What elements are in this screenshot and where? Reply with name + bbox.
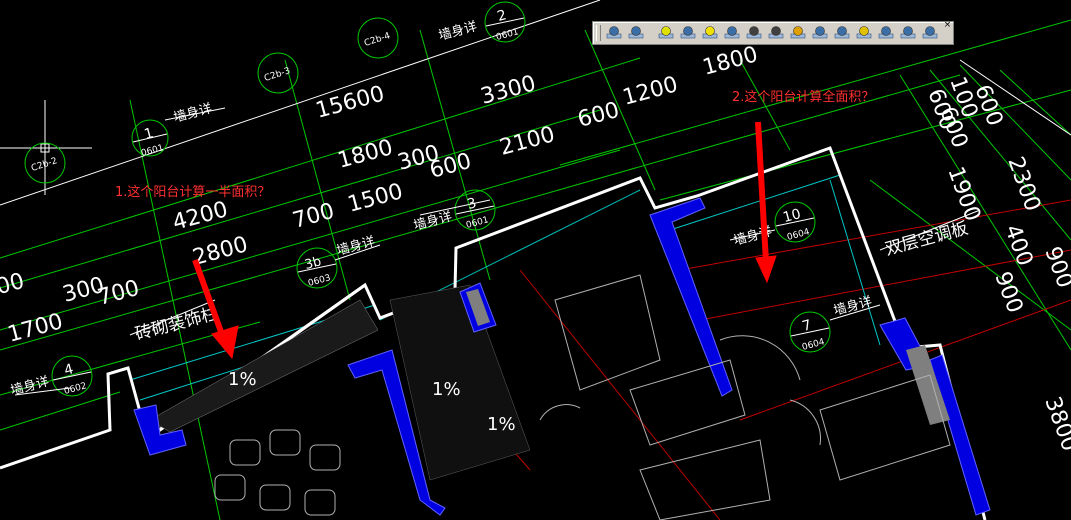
dim-2100: 2100 [497, 122, 558, 161]
layer-states-icon[interactable] [627, 25, 645, 41]
slope-label-1: 1% [228, 369, 257, 390]
layer-walk-icon-glyph [922, 26, 938, 39]
marker-1-num: 1 [143, 125, 156, 143]
marker-3b-sheet: 0603 [307, 273, 332, 289]
dim-700-a: 700 [290, 199, 337, 234]
toolbar-close-button[interactable]: × [943, 21, 952, 30]
layer-delete-icon[interactable] [899, 25, 917, 41]
label-double-ac-board: 双层空调板 [883, 219, 970, 260]
slope-label-3: 1% [487, 414, 516, 435]
dim-600-e: 600 [969, 82, 1007, 130]
marker-1-sheet: 0601 [140, 143, 165, 159]
dim-3800: 3800 [1039, 394, 1071, 455]
bulb-question-icon[interactable] [679, 25, 697, 41]
lock-question-icon[interactable] [833, 25, 851, 41]
dim-1800-top: 1800 [700, 42, 761, 81]
label-wall-well-4: 墙身详 [335, 233, 377, 259]
label-wall-well-5: 墙身详 [9, 373, 51, 399]
dim-1500: 1500 [345, 179, 406, 218]
dim-2300: 2300 [1002, 154, 1045, 215]
lock-question-icon-glyph [834, 26, 850, 39]
bulb-off-icon[interactable] [657, 25, 675, 41]
gear-icon[interactable] [745, 25, 763, 41]
bulb-off-icon-glyph [658, 26, 674, 39]
sun-icon[interactable] [789, 25, 807, 41]
dim-900-b: 900 [989, 269, 1027, 317]
layer-toolbar: × [592, 21, 954, 45]
cad-drawing-canvas[interactable]: 1 0601 2 0601 3 0601 3b 0603 4 0602 7 06… [0, 0, 1071, 520]
crosshair-cursor [0, 100, 92, 195]
layer-walk-icon[interactable] [921, 25, 939, 41]
dim-700-c: 700 [0, 269, 27, 304]
axis-c2b-3-label: C2b-3 [263, 66, 291, 84]
label-wall-well-7: 墙身详 [832, 293, 874, 319]
annotation-q2: 2.这个阳台计算全面积？ [732, 89, 874, 105]
toolbar-grip[interactable] [596, 25, 601, 41]
marker-3-num: 3 [466, 195, 479, 213]
dim-900-a: 900 [1039, 244, 1071, 292]
marker-10-sheet: 0604 [786, 227, 811, 243]
dim-4200: 4200 [170, 197, 231, 236]
dim-1800-mid: 1800 [335, 135, 396, 174]
arrow-down-right-icon [755, 121, 777, 284]
layers-icon-glyph [606, 26, 622, 39]
layer-delete-icon-glyph [900, 26, 916, 39]
layer-match-icon-glyph [724, 26, 740, 39]
marker-4-num: 4 [63, 361, 76, 379]
dim-1700: 1700 [5, 309, 66, 348]
lock-icon-glyph [812, 26, 828, 39]
layers-icon[interactable] [605, 25, 623, 41]
dim-600-a: 600 [575, 98, 622, 133]
bulb-question-icon-glyph [680, 26, 696, 39]
gear-settings-icon-glyph [768, 26, 784, 39]
marker-2-sheet: 0601 [495, 27, 520, 43]
label-brick-column: 砖砌装饰柱 [133, 304, 220, 345]
dim-3300: 3300 [478, 71, 539, 110]
label-wall-well-2: 墙身详 [437, 18, 479, 44]
marker-3b-num: 3b [303, 254, 323, 273]
dim-15600: 15600 [313, 82, 387, 124]
label-wall-well-1: 墙身详 [172, 100, 214, 126]
annotation-q1: 1.这个阳台计算一半面积？ [115, 184, 270, 200]
axis-c2b-2-label: C2b-2 [30, 156, 58, 174]
gear-settings-icon[interactable] [767, 25, 785, 41]
dim-1900: 1900 [942, 164, 985, 225]
layer-merge-icon[interactable] [877, 25, 895, 41]
marker-2-num: 2 [496, 7, 509, 25]
lock-icon[interactable] [811, 25, 829, 41]
layer-states-icon-glyph [628, 26, 644, 39]
layer-match-icon[interactable] [723, 25, 741, 41]
marker-7-sheet: 0604 [801, 337, 826, 353]
sun-icon-glyph [790, 26, 806, 39]
axis-c2b-4-label: C2b-4 [363, 31, 392, 49]
bulb-on-icon-glyph [702, 26, 718, 39]
bulb-on-icon[interactable] [701, 25, 719, 41]
layer-merge-icon-glyph [878, 26, 894, 39]
marker-4-sheet: 0602 [63, 381, 88, 397]
wall-lines [129, 174, 881, 401]
lock-open-icon-glyph [856, 26, 872, 39]
marker-10-num: 10 [781, 206, 802, 226]
lock-open-icon[interactable] [855, 25, 873, 41]
marker-7-num: 7 [801, 317, 814, 335]
gear-icon-glyph [746, 26, 762, 39]
marker-3-sheet: 0601 [465, 215, 490, 231]
slope-label-2: 1% [432, 379, 461, 400]
dim-1200: 1200 [620, 72, 681, 111]
